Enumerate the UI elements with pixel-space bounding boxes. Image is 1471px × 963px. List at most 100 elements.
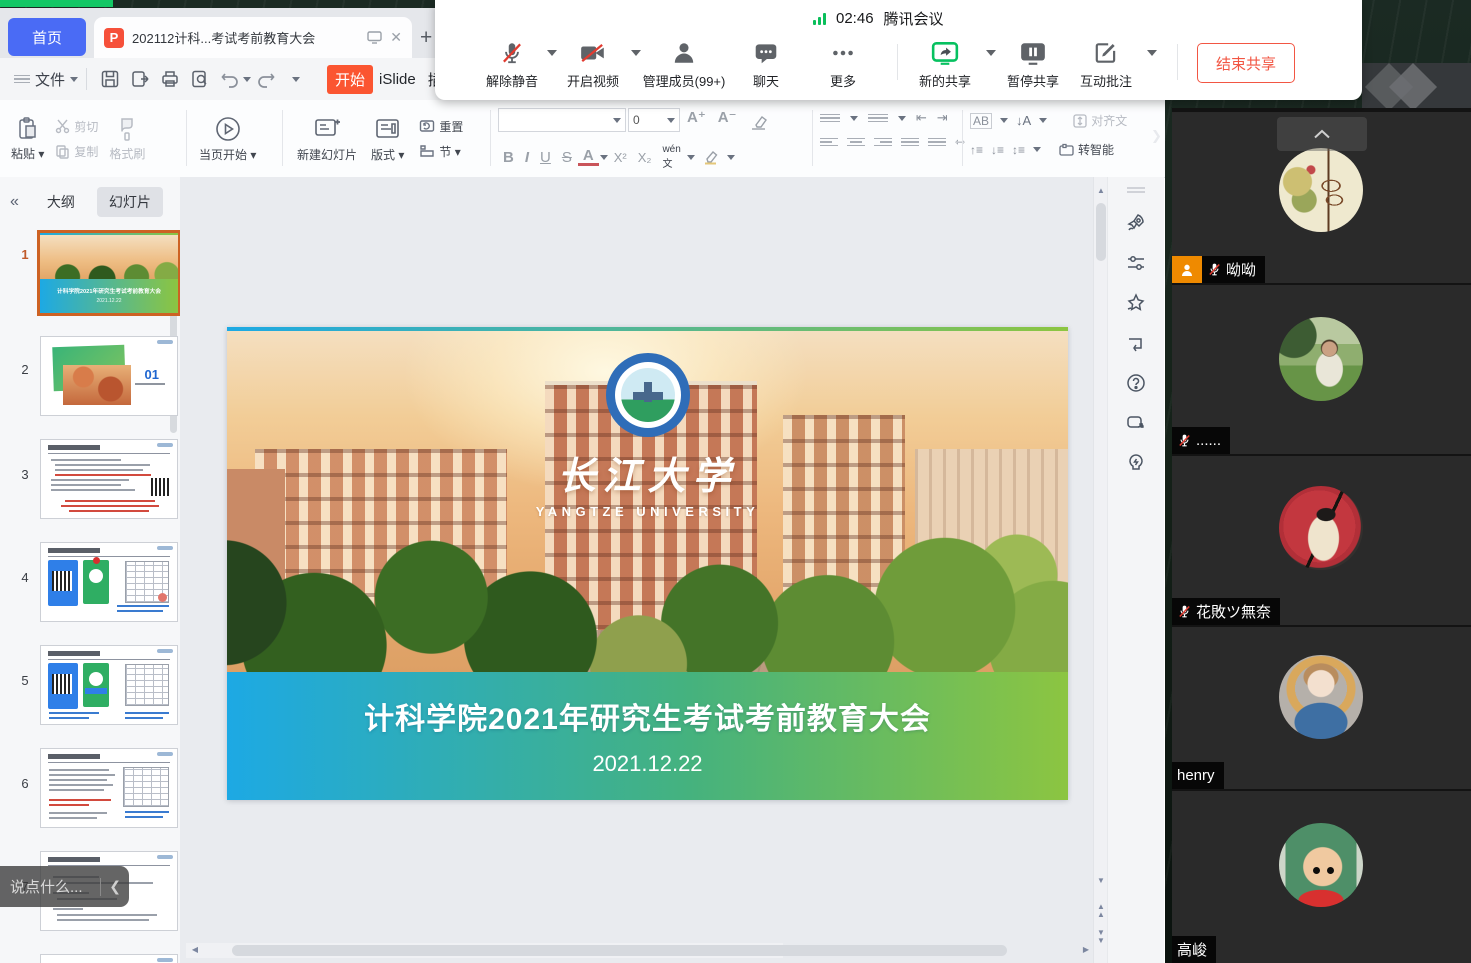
replay-loop-icon[interactable] xyxy=(1108,323,1164,363)
line-spacing-remove-button[interactable]: ↓≡ xyxy=(991,143,1004,157)
tab-outline[interactable]: 大纲 xyxy=(35,187,87,217)
phonetic-caret-icon[interactable] xyxy=(687,155,695,160)
participant-tile[interactable]: 呦呦 xyxy=(1172,112,1471,283)
annotate-options-caret-icon[interactable] xyxy=(1147,50,1157,56)
slide-thumbnail-6[interactable] xyxy=(40,748,178,828)
slide-thumbnail-4[interactable] xyxy=(40,542,178,622)
participant-tile[interactable]: 花敗ツ無奈 xyxy=(1172,456,1471,625)
close-tab-icon[interactable]: ✕ xyxy=(390,29,402,46)
redo-button[interactable] xyxy=(251,65,281,93)
idea-bulb-icon[interactable] xyxy=(1108,443,1164,483)
align-right-button[interactable] xyxy=(874,136,892,149)
reset-button[interactable]: 重置 xyxy=(415,116,467,137)
align-text-button[interactable]: 对齐文 xyxy=(1069,110,1131,131)
strikethrough-button[interactable]: S xyxy=(557,149,577,166)
undo-caret-icon[interactable] xyxy=(243,77,251,82)
scroll-right-icon[interactable]: ▶ xyxy=(1079,946,1093,954)
line-spacing-button[interactable]: ↕≡ xyxy=(1012,143,1025,157)
paste-button[interactable]: 粘贴 ▾ xyxy=(4,116,51,162)
bullet-caret-icon[interactable] xyxy=(850,116,858,121)
new-tab-button[interactable]: + xyxy=(420,26,432,50)
align-left-button[interactable] xyxy=(820,136,838,149)
slide-thumbnail-2[interactable]: 01 xyxy=(40,336,178,416)
line-spacing-caret-icon[interactable] xyxy=(1033,147,1041,152)
participant-tile[interactable]: ...... xyxy=(1172,285,1471,454)
decrease-font-button[interactable]: A⁻ xyxy=(713,108,742,136)
justify-button[interactable] xyxy=(901,136,919,149)
highlight-caret-icon[interactable] xyxy=(727,155,735,160)
scroll-down-icon[interactable]: ▼ xyxy=(1094,877,1108,885)
underline-button[interactable]: U xyxy=(535,149,556,166)
section-button[interactable]: 节 ▾ xyxy=(415,141,467,162)
text-direction-caret-icon[interactable] xyxy=(1039,118,1047,123)
end-share-button[interactable]: 结束共享 xyxy=(1197,43,1295,83)
participant-tile[interactable]: henry xyxy=(1172,627,1471,789)
current-slide[interactable]: 长江大学 YANGTZE UNIVERSITY 计科学院2021年研究生考试考前… xyxy=(227,327,1068,800)
superscript-button[interactable]: X² xyxy=(609,150,632,165)
scroll-up-icon[interactable]: ▲ xyxy=(1094,187,1108,195)
help-icon[interactable] xyxy=(1108,363,1164,403)
line-spacing-add-button[interactable]: ↑≡ xyxy=(970,143,983,157)
hscrollbar-thumb[interactable] xyxy=(232,945,1007,956)
char-border-caret-icon[interactable] xyxy=(1000,118,1008,123)
text-direction-button[interactable]: ↓A xyxy=(1016,113,1031,128)
collapse-sidebar-icon[interactable]: « xyxy=(10,193,17,211)
wps-home-tab[interactable]: 首页 xyxy=(8,18,86,56)
increase-font-button[interactable]: A⁺ xyxy=(682,108,711,136)
previous-slide-icon[interactable]: ▲▲ xyxy=(1094,903,1108,919)
meeting-chat-quick-input[interactable]: 说点什么... ❮ xyxy=(0,866,129,907)
collapse-chat-chevron-icon[interactable]: ❮ xyxy=(109,878,121,895)
tab-slides[interactable]: 幻灯片 xyxy=(97,187,163,217)
more-button[interactable]: 更多 xyxy=(788,38,898,90)
quick-access-more-caret-icon[interactable] xyxy=(281,65,311,93)
slide-thumbnail-3[interactable] xyxy=(40,439,178,519)
scrollbar-thumb[interactable] xyxy=(1096,203,1106,261)
slide-thumbnail-5[interactable] xyxy=(40,645,178,725)
font-name-combobox[interactable] xyxy=(498,108,626,132)
subscript-button[interactable]: X₂ xyxy=(633,150,657,165)
italic-button[interactable]: I xyxy=(520,149,534,166)
char-border-button[interactable]: AB xyxy=(970,113,992,129)
font-color-caret-icon[interactable] xyxy=(600,155,608,160)
ribbon-tab-islide[interactable]: iSlide xyxy=(373,67,422,92)
text-width-button[interactable]: ⇿ xyxy=(955,135,965,149)
phonetic-guide-button[interactable]: wén文 xyxy=(657,144,685,170)
print-preview-button[interactable] xyxy=(185,65,215,93)
slide-thumbnail-8[interactable] xyxy=(40,954,178,963)
annotate-button[interactable]: 互动批注 xyxy=(1051,38,1161,90)
eco-hand-icon[interactable] xyxy=(1108,403,1164,443)
panel-expand-chevron-icon[interactable]: ❯ xyxy=(1151,128,1162,144)
align-center-button[interactable] xyxy=(847,136,865,149)
distribute-button[interactable] xyxy=(928,136,946,149)
next-slide-icon[interactable]: ▼▼ xyxy=(1094,929,1108,945)
highlight-button[interactable] xyxy=(696,143,726,171)
slide-thumbnail-1[interactable]: 计科学院2021年研究生考试考前教育大会 2021.12.22 xyxy=(37,230,181,316)
new-slide-button[interactable]: 新建幻灯片 xyxy=(290,115,364,163)
clear-format-button[interactable] xyxy=(744,108,774,136)
bold-button[interactable]: B xyxy=(498,149,519,166)
collapse-participants-chevron[interactable] xyxy=(1277,117,1367,151)
decrease-indent-button[interactable]: ⇤ xyxy=(916,110,927,126)
font-color-button[interactable]: A xyxy=(578,149,599,166)
undo-button[interactable] xyxy=(215,65,245,93)
numbered-caret-icon[interactable] xyxy=(898,116,906,121)
play-from-current-button[interactable]: 当页开始 ▾ xyxy=(192,115,263,163)
export-button[interactable] xyxy=(125,65,155,93)
file-menu[interactable]: 文件 xyxy=(14,69,78,90)
rocket-quick-tools-icon[interactable] xyxy=(1108,203,1164,243)
save-button[interactable] xyxy=(95,65,125,93)
settings-sliders-icon[interactable] xyxy=(1108,243,1164,283)
effects-star-icon[interactable] xyxy=(1108,283,1164,323)
cut-button[interactable]: 剪切 xyxy=(51,116,102,137)
copy-button[interactable]: 复制 xyxy=(51,141,102,162)
canvas-vertical-scrollbar[interactable]: ▲ ▼ ▲▲ ▼▼ xyxy=(1093,177,1108,963)
font-size-combobox[interactable]: 0 xyxy=(628,108,680,132)
drag-handle-icon[interactable] xyxy=(1108,177,1164,203)
wps-document-tab[interactable]: P 202112计科...考试考前教育大会 ✕ xyxy=(94,17,412,58)
print-button[interactable] xyxy=(155,65,185,93)
format-painter-button[interactable]: 格式刷 xyxy=(102,116,152,162)
convert-smart-art-button[interactable]: 转智能 xyxy=(1055,139,1118,160)
canvas-horizontal-scrollbar[interactable]: ◀ ▶ xyxy=(186,943,783,958)
scroll-left-icon[interactable]: ◀ xyxy=(188,946,202,954)
layout-button[interactable]: 版式 ▾ xyxy=(364,115,411,163)
